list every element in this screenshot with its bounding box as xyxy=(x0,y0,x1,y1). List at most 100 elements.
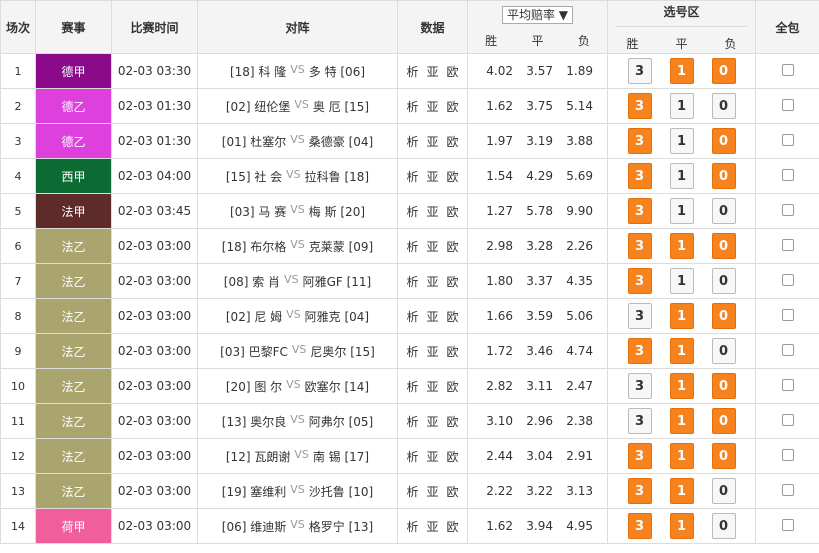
option-draw-button[interactable]: 1 xyxy=(669,373,694,399)
select-all-checkbox[interactable] xyxy=(781,413,794,426)
home-team[interactable]: [12] 瓦朗谢 xyxy=(226,448,290,465)
avg-odds-select[interactable]: 平均赔率 ▼ xyxy=(501,5,574,24)
league-cell[interactable]: 德甲 xyxy=(35,53,112,89)
option-win-button[interactable]: 3 xyxy=(627,338,652,364)
option-draw-button[interactable]: 1 xyxy=(669,93,694,119)
euro-odds-link[interactable]: 欧 xyxy=(447,518,459,535)
league-cell[interactable]: 法乙 xyxy=(35,298,112,334)
asian-odds-link[interactable]: 亚 xyxy=(426,98,438,115)
euro-odds-link[interactable]: 欧 xyxy=(447,378,459,395)
select-all-checkbox[interactable] xyxy=(781,518,794,531)
away-team[interactable]: 沙托鲁 [10] xyxy=(309,483,373,500)
away-team[interactable]: 桑德豪 [04] xyxy=(309,133,373,150)
asian-odds-link[interactable]: 亚 xyxy=(426,343,438,360)
euro-odds-link[interactable]: 欧 xyxy=(447,98,459,115)
analysis-link[interactable]: 析 xyxy=(406,448,418,465)
home-team[interactable]: [03] 巴黎FC xyxy=(220,343,288,360)
option-win-button[interactable]: 3 xyxy=(627,93,652,119)
select-all-checkbox[interactable] xyxy=(781,378,794,391)
asian-odds-link[interactable]: 亚 xyxy=(426,308,438,325)
home-team[interactable]: [01] 杜塞尔 xyxy=(222,133,286,150)
league-cell[interactable]: 法甲 xyxy=(35,193,112,229)
league-cell[interactable]: 德乙 xyxy=(35,123,112,159)
option-lose-button[interactable]: 0 xyxy=(711,443,736,469)
league-cell[interactable]: 法乙 xyxy=(35,473,112,509)
option-lose-button[interactable]: 0 xyxy=(711,338,736,364)
away-team[interactable]: 阿弗尔 [05] xyxy=(309,413,373,430)
away-team[interactable]: 欧塞尔 [14] xyxy=(305,378,369,395)
option-draw-button[interactable]: 1 xyxy=(669,128,694,154)
league-cell[interactable]: 法乙 xyxy=(35,263,112,299)
select-all-checkbox[interactable] xyxy=(781,98,794,111)
option-draw-button[interactable]: 1 xyxy=(669,408,694,434)
option-draw-button[interactable]: 1 xyxy=(669,163,694,189)
euro-odds-link[interactable]: 欧 xyxy=(447,343,459,360)
option-draw-button[interactable]: 1 xyxy=(669,513,694,539)
option-draw-button[interactable]: 1 xyxy=(669,198,694,224)
euro-odds-link[interactable]: 欧 xyxy=(447,413,459,430)
select-all-checkbox[interactable] xyxy=(781,483,794,496)
analysis-link[interactable]: 析 xyxy=(406,273,418,290)
option-draw-button[interactable]: 1 xyxy=(669,233,694,259)
option-lose-button[interactable]: 0 xyxy=(711,93,736,119)
league-cell[interactable]: 法乙 xyxy=(35,403,112,439)
asian-odds-link[interactable]: 亚 xyxy=(426,238,438,255)
select-all-checkbox[interactable] xyxy=(781,343,794,356)
home-team[interactable]: [02] 尼 姆 xyxy=(226,308,282,325)
option-win-button[interactable]: 3 xyxy=(627,373,652,399)
select-all-checkbox[interactable] xyxy=(781,168,794,181)
option-win-button[interactable]: 3 xyxy=(627,233,652,259)
home-team[interactable]: [06] 维迪斯 xyxy=(222,518,286,535)
away-team[interactable]: 阿雅克 [04] xyxy=(305,308,369,325)
option-win-button[interactable]: 3 xyxy=(627,443,652,469)
option-win-button[interactable]: 3 xyxy=(627,268,652,294)
home-team[interactable]: [03] 马 赛 xyxy=(230,203,286,220)
away-team[interactable]: 格罗宁 [13] xyxy=(309,518,373,535)
option-win-button[interactable]: 3 xyxy=(627,58,652,84)
league-cell[interactable]: 法乙 xyxy=(35,228,112,264)
away-team[interactable]: 南 锡 [17] xyxy=(313,448,369,465)
asian-odds-link[interactable]: 亚 xyxy=(426,133,438,150)
select-all-checkbox[interactable] xyxy=(781,63,794,76)
away-team[interactable]: 克莱蒙 [09] xyxy=(309,238,373,255)
league-cell[interactable]: 法乙 xyxy=(35,333,112,369)
option-lose-button[interactable]: 0 xyxy=(711,513,736,539)
league-cell[interactable]: 法乙 xyxy=(35,438,112,474)
away-team[interactable]: 多 特 [06] xyxy=(309,63,365,80)
away-team[interactable]: 拉科鲁 [18] xyxy=(305,168,369,185)
option-win-button[interactable]: 3 xyxy=(627,128,652,154)
analysis-link[interactable]: 析 xyxy=(406,413,418,430)
option-lose-button[interactable]: 0 xyxy=(711,373,736,399)
home-team[interactable]: [18] 布尔格 xyxy=(222,238,286,255)
analysis-link[interactable]: 析 xyxy=(406,238,418,255)
asian-odds-link[interactable]: 亚 xyxy=(426,203,438,220)
option-draw-button[interactable]: 1 xyxy=(669,58,694,84)
euro-odds-link[interactable]: 欧 xyxy=(447,203,459,220)
euro-odds-link[interactable]: 欧 xyxy=(447,168,459,185)
euro-odds-link[interactable]: 欧 xyxy=(447,273,459,290)
option-lose-button[interactable]: 0 xyxy=(711,268,736,294)
asian-odds-link[interactable]: 亚 xyxy=(426,483,438,500)
away-team[interactable]: 阿雅GF [11] xyxy=(303,273,372,290)
option-lose-button[interactable]: 0 xyxy=(711,233,736,259)
analysis-link[interactable]: 析 xyxy=(406,483,418,500)
analysis-link[interactable]: 析 xyxy=(406,308,418,325)
home-team[interactable]: [02] 纽伦堡 xyxy=(226,98,290,115)
select-all-checkbox[interactable] xyxy=(781,273,794,286)
select-all-checkbox[interactable] xyxy=(781,203,794,216)
analysis-link[interactable]: 析 xyxy=(406,98,418,115)
euro-odds-link[interactable]: 欧 xyxy=(447,448,459,465)
league-cell[interactable]: 法乙 xyxy=(35,368,112,404)
away-team[interactable]: 奥 厄 [15] xyxy=(313,98,369,115)
euro-odds-link[interactable]: 欧 xyxy=(447,238,459,255)
euro-odds-link[interactable]: 欧 xyxy=(447,308,459,325)
option-draw-button[interactable]: 1 xyxy=(669,268,694,294)
analysis-link[interactable]: 析 xyxy=(406,168,418,185)
analysis-link[interactable]: 析 xyxy=(406,518,418,535)
analysis-link[interactable]: 析 xyxy=(406,378,418,395)
option-draw-button[interactable]: 1 xyxy=(669,303,694,329)
analysis-link[interactable]: 析 xyxy=(406,343,418,360)
select-all-checkbox[interactable] xyxy=(781,133,794,146)
option-win-button[interactable]: 3 xyxy=(627,513,652,539)
home-team[interactable]: [20] 图 尔 xyxy=(226,378,282,395)
